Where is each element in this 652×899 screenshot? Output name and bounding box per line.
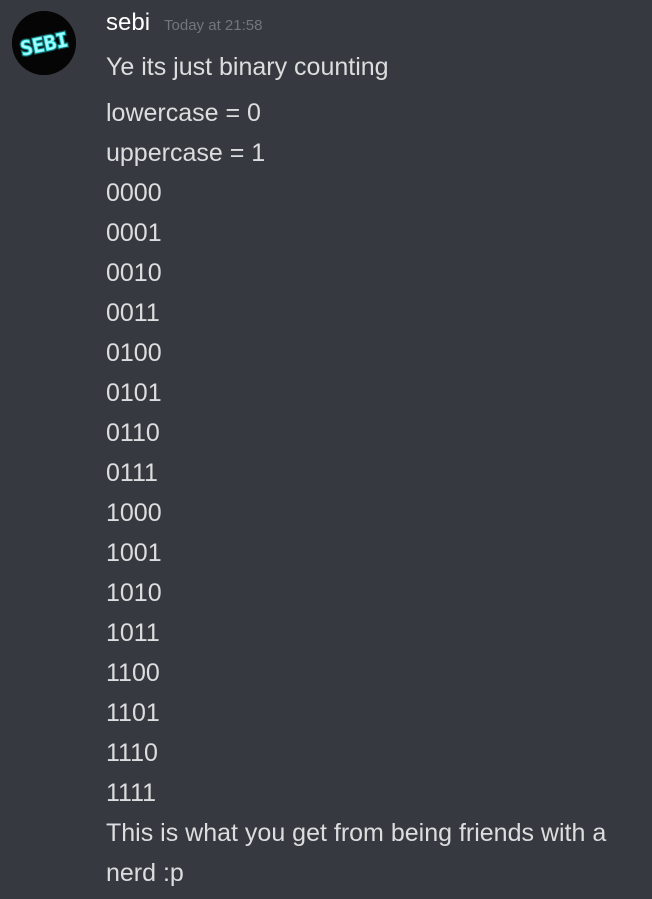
message-line: 1001	[106, 539, 162, 567]
message-line: 1000	[106, 499, 162, 527]
message-line: 0111	[106, 459, 158, 487]
message-line: Ye its just binary counting	[106, 53, 389, 81]
avatar[interactable]: SEBI SEBI	[12, 11, 76, 75]
message-header: sebi Today at 21:58	[106, 5, 262, 41]
chat-message: SEBI SEBI sebi Today at 21:58 Ye its jus…	[0, 0, 652, 899]
message-line: 1100	[106, 659, 160, 687]
message-body: lowercase = 0 uppercase = 1 0000 0001 0010 00…	[106, 93, 646, 813]
message-line: 1010	[106, 579, 162, 607]
message-line: 0000	[106, 179, 162, 207]
username[interactable]: sebi	[106, 5, 150, 41]
message-line: 1011	[106, 619, 160, 647]
message-line: 1110	[106, 739, 158, 767]
timestamp[interactable]: Today at 21:58	[164, 8, 262, 44]
message-line: 0001	[106, 219, 162, 247]
message-line: 0100	[106, 339, 162, 367]
message-line: uppercase = 1	[106, 139, 266, 167]
message-line: 1111	[106, 779, 157, 807]
message-content: Ye its just binary counting lowercase = …	[106, 47, 646, 893]
message-line: 1101	[106, 699, 160, 727]
message-line: lowercase = 0	[106, 99, 261, 127]
message-line: 0101	[106, 379, 162, 407]
message-line: 0011	[106, 299, 160, 327]
avatar-image: SEBI SEBI	[12, 11, 76, 75]
message-line: 0010	[106, 259, 162, 287]
message-line: This is what you get from being friends …	[106, 819, 607, 887]
message-line: 0110	[106, 419, 160, 447]
